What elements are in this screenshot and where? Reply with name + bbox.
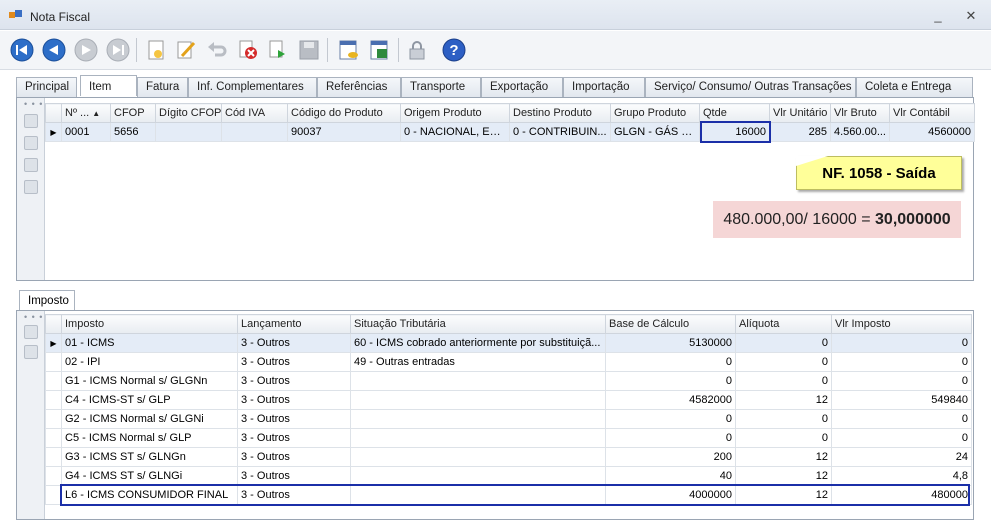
tab-imposto[interactable]: Imposto: [19, 290, 75, 311]
undo-icon[interactable]: [204, 37, 230, 63]
col-header[interactable]: Situação Tributária: [350, 314, 606, 334]
delete-item-icon[interactable]: [24, 180, 38, 194]
col-header[interactable]: CFOP: [110, 103, 156, 123]
close-button[interactable]: ✕: [963, 9, 979, 23]
tab-referencias[interactable]: Referências: [317, 77, 401, 97]
svg-text:?: ?: [449, 42, 458, 59]
col-header[interactable]: Grupo Produto: [610, 103, 700, 123]
row-pointer-icon: ▶: [45, 333, 62, 353]
save-icon[interactable]: [296, 37, 322, 63]
col-header[interactable]: Imposto: [61, 314, 238, 334]
add-tax-icon[interactable]: [24, 325, 38, 339]
table-row[interactable]: C4 - ICMS-ST s/ GLP 3 - Outros 4582000 12 5…: [45, 390, 972, 410]
lock-icon[interactable]: [404, 37, 430, 63]
tax-header-row: Imposto Lançamento Situação Tributária B…: [45, 314, 972, 334]
tax-side-toolbar: • • •: [17, 311, 45, 519]
table-row[interactable]: G2 - ICMS Normal s/ GLGNi 3 - Outros 000: [45, 409, 972, 429]
col-header[interactable]: Vlr Imposto: [831, 314, 972, 334]
items-side-toolbar: • • •: [17, 98, 45, 280]
delete-icon[interactable]: [235, 37, 261, 63]
first-record-icon[interactable]: [9, 37, 35, 63]
table-row[interactable]: G3 - ICMS ST s/ GLNGn 3 - Outros 200 12 24: [45, 447, 972, 467]
window-title: Nota Fiscal: [30, 10, 91, 24]
confirm-icon[interactable]: [265, 37, 291, 63]
tab-principal[interactable]: Principal: [16, 77, 77, 97]
calc-note: 480.000,00/ 16000 = 30,000000: [713, 201, 961, 238]
table-row[interactable]: G4 - ICMS ST s/ GLNGi 3 - Outros 40 12 4,8: [45, 466, 972, 486]
table-row[interactable]: C5 - ICMS Normal s/ GLP 3 - Outros 000: [45, 428, 972, 448]
add-item-icon[interactable]: [24, 114, 38, 128]
next-record-icon[interactable]: [73, 37, 99, 63]
delete-tax-icon[interactable]: [24, 345, 38, 359]
tab-item[interactable]: Item: [80, 75, 137, 96]
table-row[interactable]: ▶ 01 - ICMS 3 - Outros 60 - ICMS cobrado a…: [45, 333, 972, 353]
tab-coleta-entrega[interactable]: Coleta e Entrega: [856, 77, 973, 97]
col-header[interactable]: Vlr Contábil: [889, 103, 975, 123]
col-header[interactable]: Alíquota: [735, 314, 832, 334]
col-header[interactable]: Lançamento: [237, 314, 351, 334]
tab-exportacao[interactable]: Exportação: [481, 77, 563, 97]
insert-item-icon[interactable]: [24, 136, 38, 150]
help-icon[interactable]: ?: [441, 37, 467, 63]
edit-item-icon[interactable]: [24, 158, 38, 172]
col-header[interactable]: Dígito CFOP: [155, 103, 222, 123]
tab-fatura[interactable]: Fatura: [137, 77, 188, 97]
items-grid: Nº ... ▲ CFOP Dígito CFOP Cód IVA Código…: [45, 103, 975, 142]
table-row[interactable]: 02 - IPI 3 - Outros 49 - Outras entradas 0…: [45, 352, 972, 372]
tax-grid: Imposto Lançamento Situação Tributária B…: [45, 314, 972, 505]
tab-importacao[interactable]: Importação: [563, 77, 645, 97]
col-header[interactable]: Nº ... ▲: [61, 103, 111, 123]
edit-record-icon[interactable]: [173, 37, 199, 63]
app-icon: [9, 10, 22, 18]
tab-transporte[interactable]: Transporte: [401, 77, 481, 97]
sort-asc-icon: ▲: [92, 109, 101, 118]
col-header[interactable]: Origem Produto: [400, 103, 510, 123]
qtde-highlight: [700, 121, 771, 143]
items-header-row: Nº ... ▲ CFOP Dígito CFOP Cód IVA Código…: [45, 103, 975, 123]
minimize-button[interactable]: _: [930, 9, 946, 23]
col-header[interactable]: Qtde: [699, 103, 770, 123]
tab-servico-consumo[interactable]: Serviço/ Consumo/ Outras Transações: [645, 77, 856, 97]
toolbar: ?: [0, 31, 991, 70]
export-excel-icon[interactable]: [367, 37, 393, 63]
col-header[interactable]: Destino Produto: [509, 103, 611, 123]
table-row[interactable]: ▶ 0001 5656 90037 0 - NACIONAL, EX... 0 …: [45, 122, 975, 142]
title-bar: Nota Fiscal _ ✕: [0, 0, 991, 30]
report-icon[interactable]: [336, 37, 362, 63]
row-pointer-icon: ▶: [45, 122, 62, 142]
col-header[interactable]: Vlr Bruto: [830, 103, 890, 123]
col-header[interactable]: Cód IVA: [221, 103, 288, 123]
col-header[interactable]: Código do Produto: [287, 103, 401, 123]
table-row[interactable]: G1 - ICMS Normal s/ GLGNn 3 - Outros 000: [45, 371, 972, 391]
note-callout: NF. 1058 - Saída: [796, 156, 962, 190]
new-record-icon[interactable]: [143, 37, 169, 63]
consumidor-final-highlight: [60, 484, 970, 506]
col-header[interactable]: Vlr Unitário: [769, 103, 831, 123]
col-header[interactable]: Base de Cálculo: [605, 314, 736, 334]
tab-inf-complementares[interactable]: Inf. Complementares: [188, 77, 317, 97]
prev-record-icon[interactable]: [41, 37, 67, 63]
last-record-icon[interactable]: [105, 37, 131, 63]
